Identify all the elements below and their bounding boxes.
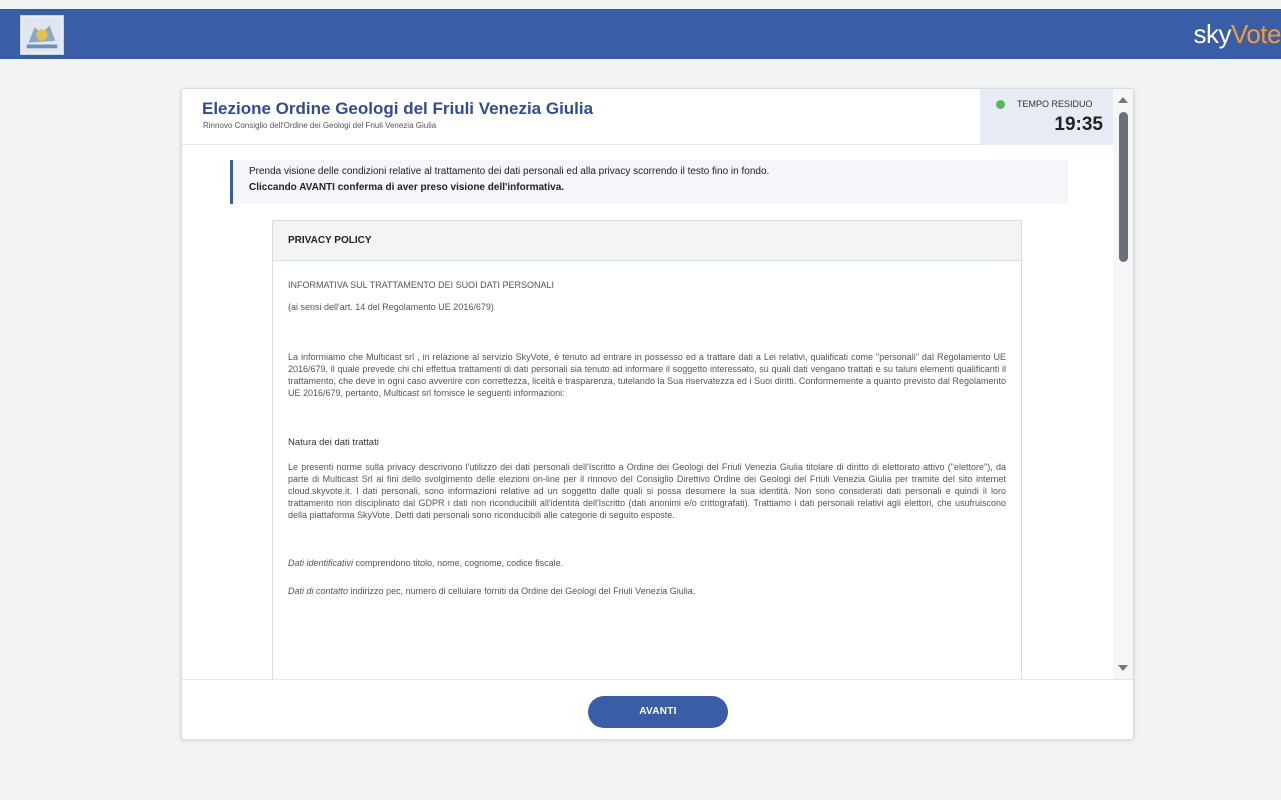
- policy-body: INFORMATIVA SUL TRATTAMENTO DEI SUOI DAT…: [273, 261, 1021, 597]
- notice-line-1: Prenda visione delle condizioni relative…: [249, 166, 770, 177]
- privacy-notice: Prenda visione delle condizioni relative…: [230, 160, 1068, 204]
- policy-item-identificativi: Dati identificativi comprendono titolo, …: [288, 557, 1006, 569]
- policy-intro: La informiamo che Multicast srl , in rel…: [288, 352, 1006, 398]
- status-dot-icon: [996, 100, 1005, 109]
- notice-line-2: Cliccando AVANTI conferma di aver preso …: [249, 182, 565, 193]
- election-title: Elezione Ordine Geologi del Friuli Venez…: [202, 99, 594, 118]
- scroll-down-icon[interactable]: [1118, 665, 1128, 671]
- item1-text: comprendono titolo, nome, cognome, codic…: [353, 558, 564, 568]
- election-subtitle: Rinnovo Consiglio dell'Ordine dei Geolog…: [203, 121, 437, 130]
- policy-doc-title: INFORMATIVA SUL TRATTAMENTO DEI SUOI DAT…: [288, 280, 555, 290]
- policy-doc-subtitle: (ai sensi dell'art. 14 del Regolamento U…: [288, 302, 494, 312]
- avanti-button[interactable]: AVANTI: [588, 696, 728, 728]
- scroll-thumb[interactable]: [1119, 112, 1128, 262]
- timer-value: 19:35: [1054, 114, 1103, 135]
- item2-label: Dati di contatto: [288, 586, 349, 596]
- policy-item-contatto: Dati di contatto indirizzo pec, numero d…: [288, 585, 1006, 597]
- regional-emblem-icon: [20, 15, 64, 55]
- card-header: Elezione Ordine Geologi del Friuli Venez…: [182, 89, 1133, 145]
- remaining-time-panel: TEMPO RESIDUO 19:35: [980, 89, 1115, 145]
- skyvote-logo: skyVote: [1193, 19, 1281, 50]
- privacy-policy-panel[interactable]: PRIVACY POLICY INFORMATIVA SUL TRATTAMEN…: [272, 220, 1022, 690]
- timer-label: TEMPO RESIDUO: [1017, 99, 1093, 109]
- policy-section-title: Natura dei dati trattati: [288, 437, 379, 448]
- ballot-card: Elezione Ordine Geologi del Friuli Venez…: [181, 88, 1134, 740]
- brand-part1: sky: [1193, 19, 1231, 49]
- brand-part2: Vote: [1230, 19, 1281, 49]
- policy-section-text: Le presenti norme sulla privacy descrivo…: [288, 462, 1006, 520]
- vertical-scrollbar[interactable]: [1113, 89, 1133, 679]
- card-footer: AVANTI: [182, 679, 1133, 739]
- top-bar: skyVote: [0, 9, 1281, 59]
- scroll-up-icon[interactable]: [1118, 97, 1128, 103]
- item1-label: Dati identificativi: [288, 558, 354, 568]
- policy-heading: PRIVACY POLICY: [273, 221, 1021, 261]
- item2-text: indirizzo pec, numero di cellulare forni…: [348, 586, 696, 596]
